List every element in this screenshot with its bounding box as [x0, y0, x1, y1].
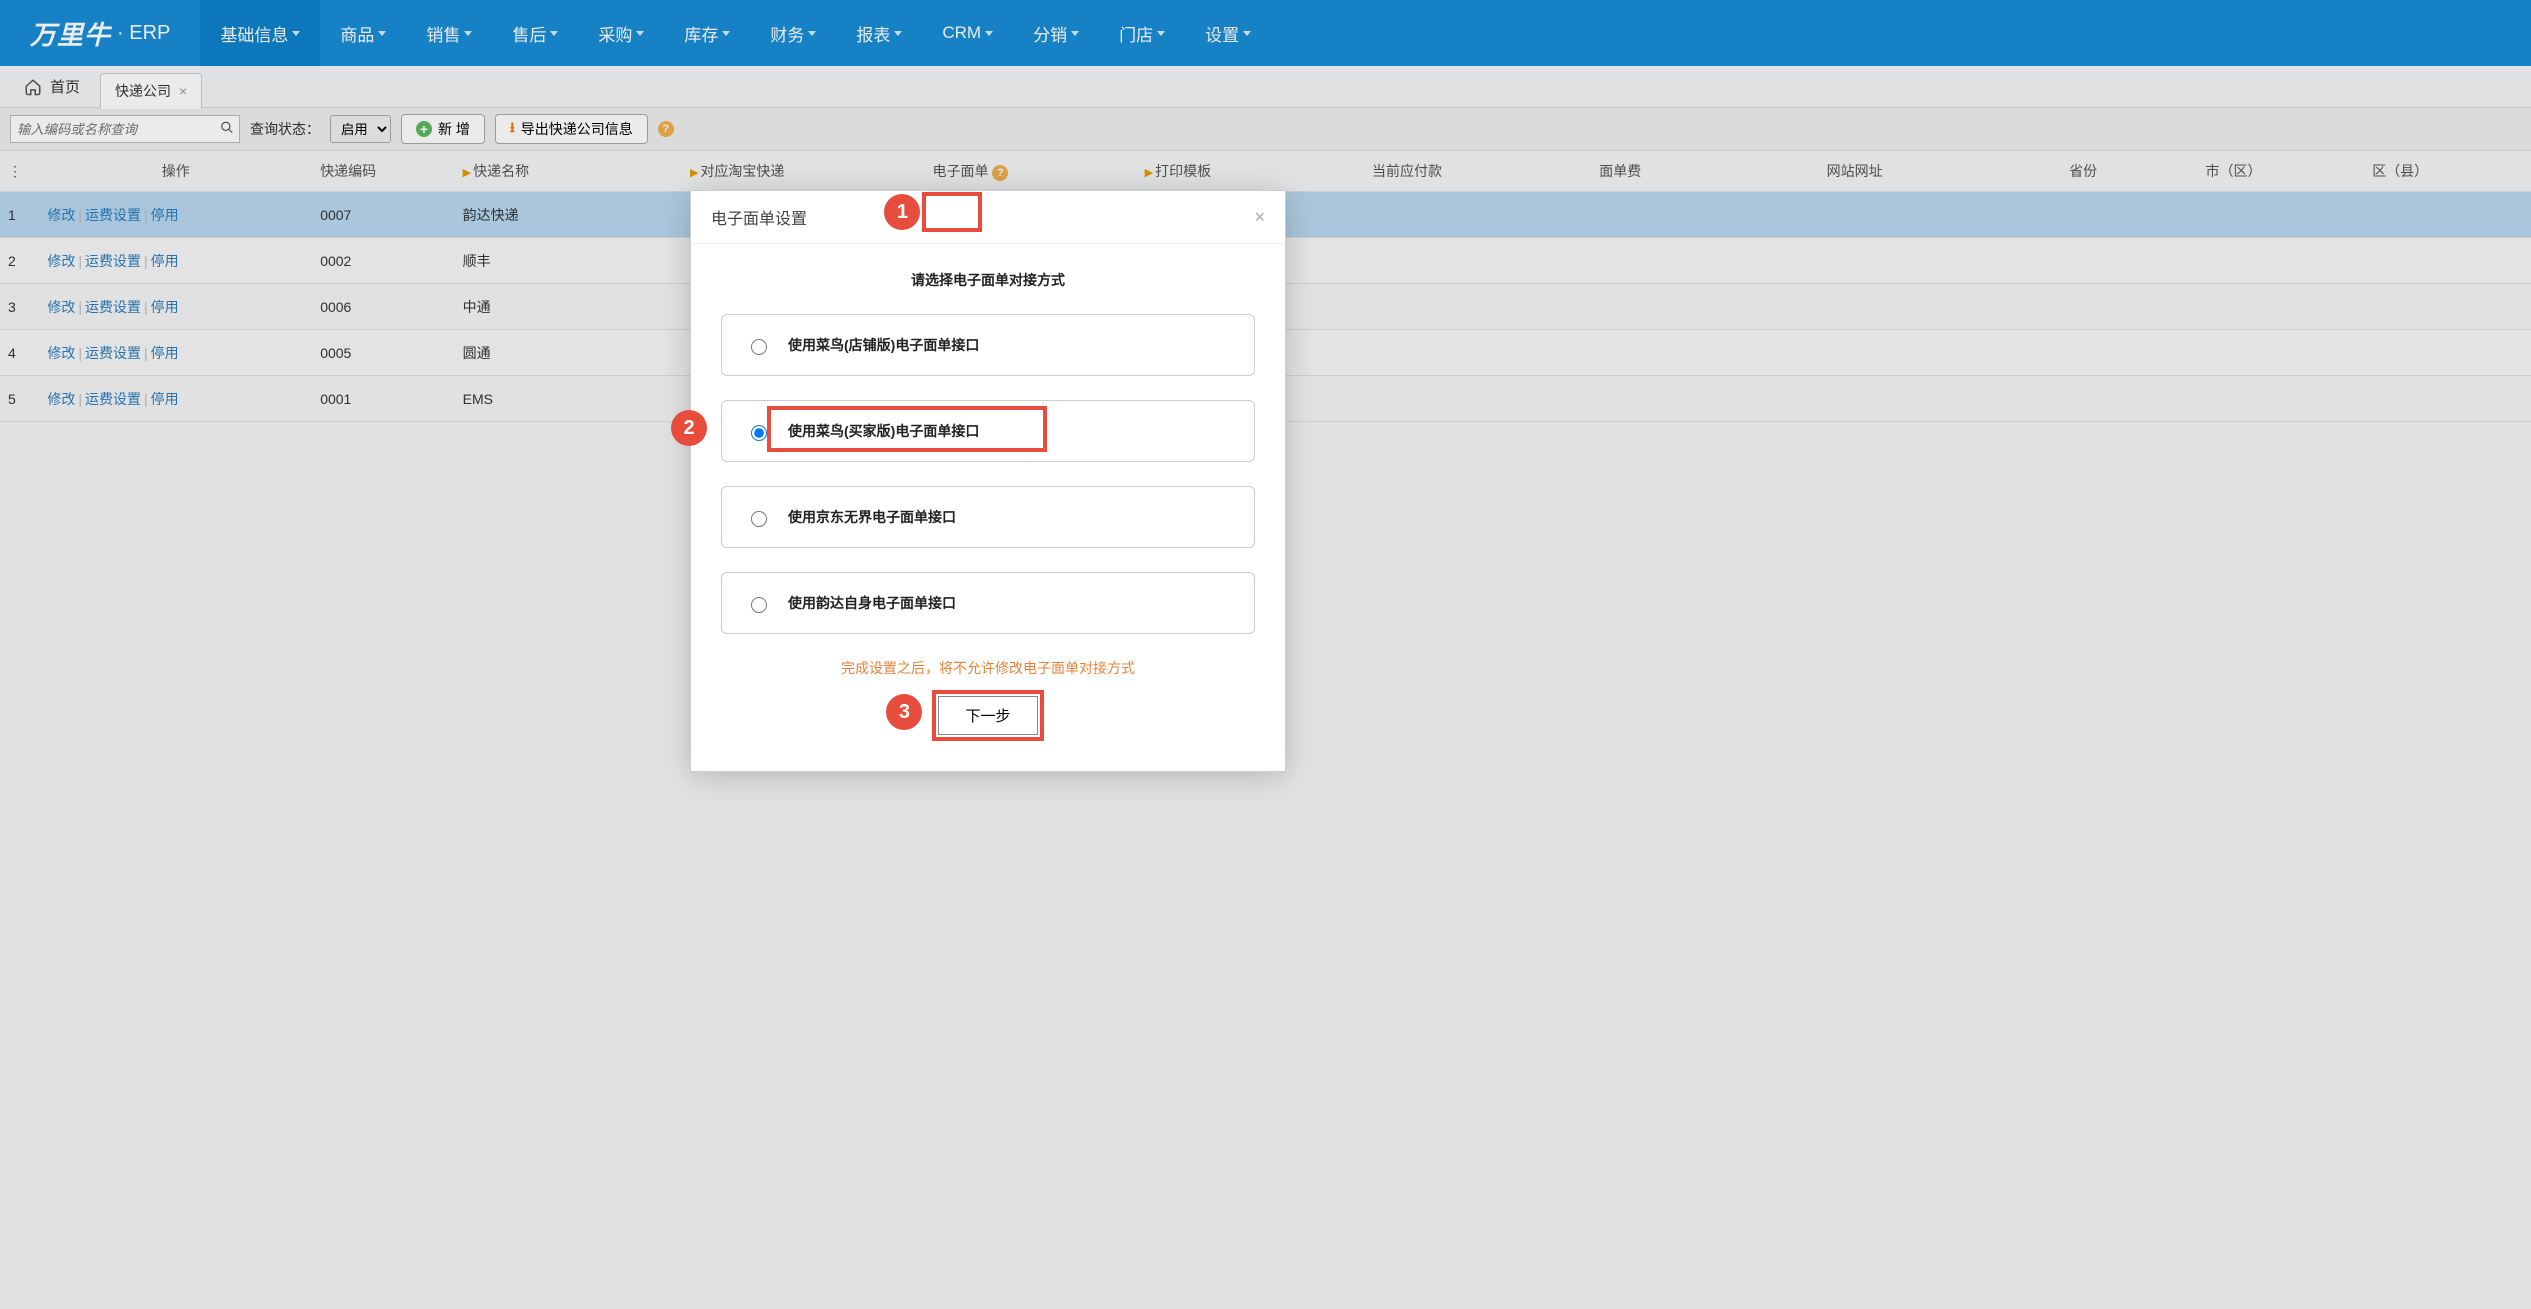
modal-warning: 完成设置之后，将不允许修改电子面单对接方式: [721, 658, 1255, 678]
radio-yunda[interactable]: [751, 597, 767, 613]
option-label: 使用京东无界电子面单接口: [788, 507, 956, 527]
option-jd[interactable]: 使用京东无界电子面单接口: [721, 486, 1255, 548]
radio-cainiao-shop[interactable]: [751, 339, 767, 355]
option-cainiao-shop[interactable]: 使用菜鸟(店铺版)电子面单接口: [721, 314, 1255, 376]
modal-footer: 下一步: [721, 696, 1255, 735]
close-icon[interactable]: ×: [1254, 207, 1265, 228]
radio-jd[interactable]: [751, 511, 767, 527]
option-yunda[interactable]: 使用韵达自身电子面单接口: [721, 572, 1255, 634]
modal-title: 电子面单设置: [711, 205, 807, 229]
radio-cainiao-buyer[interactable]: [751, 425, 767, 441]
modal-subtitle: 请选择电子面单对接方式: [721, 270, 1255, 290]
option-label: 使用韵达自身电子面单接口: [788, 593, 956, 613]
option-label: 使用菜鸟(买家版)电子面单接口: [788, 421, 979, 441]
option-label: 使用菜鸟(店铺版)电子面单接口: [788, 335, 979, 355]
modal-body: 请选择电子面单对接方式 使用菜鸟(店铺版)电子面单接口 使用菜鸟(买家版)电子面…: [691, 244, 1285, 771]
next-button[interactable]: 下一步: [938, 696, 1037, 735]
annotation-bubble-2: 2: [671, 410, 707, 446]
esheet-modal: 电子面单设置 × 请选择电子面单对接方式 使用菜鸟(店铺版)电子面单接口 使用菜…: [690, 190, 1286, 772]
modal-header: 电子面单设置 ×: [691, 191, 1285, 244]
option-cainiao-buyer[interactable]: 使用菜鸟(买家版)电子面单接口: [721, 400, 1255, 462]
